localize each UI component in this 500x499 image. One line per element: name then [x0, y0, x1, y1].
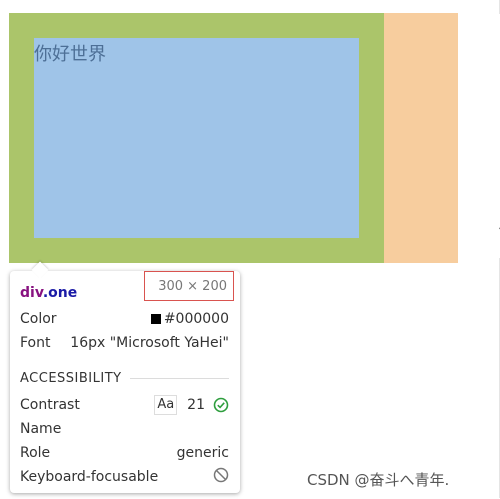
- check-circle-icon: [213, 397, 229, 413]
- accessibility-heading-text: ACCESSIBILITY: [20, 370, 122, 386]
- font-label: Font: [20, 335, 51, 351]
- accessibility-heading: ACCESSIBILITY: [20, 369, 229, 387]
- font-value: 16px "Microsoft YaHei": [70, 335, 229, 351]
- page-text: 你好世界: [34, 44, 106, 65]
- name-label: Name: [20, 421, 62, 437]
- element-name: div.one: [20, 285, 77, 301]
- color-value: #000000: [150, 311, 229, 327]
- dimensions-text: 300 × 200: [158, 278, 227, 294]
- name-row: Name: [20, 419, 229, 439]
- element-class: .one: [42, 285, 78, 301]
- role-value: generic: [176, 445, 229, 461]
- content-overlay[interactable]: 你好世界: [34, 38, 359, 238]
- contrast-row: Contrast Aa 21: [20, 395, 229, 415]
- color-label: Color: [20, 311, 57, 327]
- role-label: Role: [20, 445, 51, 461]
- contrast-value: Aa 21: [154, 395, 229, 415]
- color-value-text: #000000: [163, 311, 229, 327]
- keyboard-row: Keyboard-focusable: [20, 467, 229, 487]
- section-divider: [129, 377, 229, 379]
- contrast-label: Contrast: [20, 397, 80, 413]
- contrast-sample: Aa: [154, 395, 178, 415]
- color-row: Color #000000: [20, 309, 229, 329]
- element-tag: div: [20, 285, 43, 301]
- keyboard-label: Keyboard-focusable: [20, 469, 159, 485]
- element-dimensions: 300 × 200: [144, 271, 234, 301]
- keyboard-value: [205, 467, 229, 487]
- contrast-ratio: 21: [187, 397, 205, 413]
- inspect-tooltip: div.one 300 × 200 Color #000000 Font 16p…: [10, 261, 240, 493]
- watermark: CSDN @奋斗へ青年.: [307, 471, 450, 489]
- blocked-icon: [213, 467, 229, 483]
- tooltip-arrow: [31, 261, 49, 279]
- font-row: Font 16px "Microsoft YaHei": [20, 333, 229, 353]
- role-row: Role generic: [20, 443, 229, 463]
- color-swatch: [150, 314, 161, 324]
